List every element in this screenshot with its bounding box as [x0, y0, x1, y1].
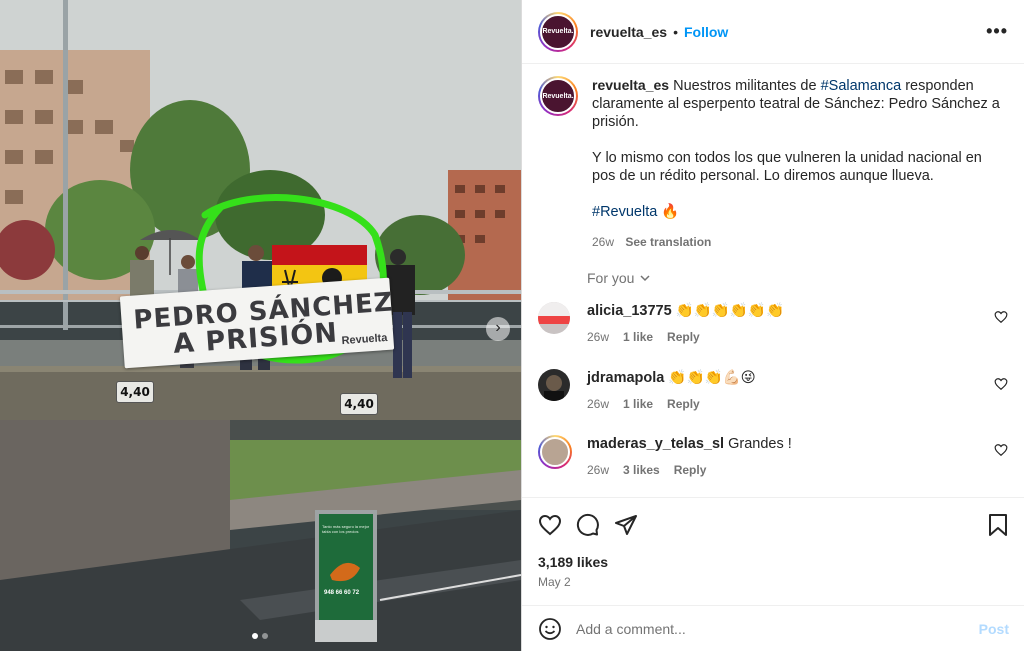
ad-text: Tanto más seguro la mejor tabla con los … [322, 524, 370, 534]
share-paper-plane-icon[interactable] [614, 513, 638, 537]
comment-text: 👏👏👏👏👏👏 [675, 303, 785, 319]
caption-paragraph-3: #Revuelta 🔥 [592, 203, 1006, 221]
comment-likes[interactable]: 1 like [623, 330, 653, 344]
caption-username[interactable]: revuelta_es [592, 77, 669, 93]
carousel-dot [252, 633, 258, 639]
add-comment-input[interactable] [576, 620, 979, 637]
caption-meta: 26w See translation [592, 233, 1006, 251]
author-avatar[interactable]: Revuelta. [538, 11, 578, 52]
emoji-smiley-icon[interactable] [538, 617, 562, 641]
add-comment-bar: Post [522, 605, 1024, 651]
chevron-down-icon [640, 275, 650, 282]
post-caption: Revuelta. revuelta_es Nuestros militante… [538, 76, 1008, 251]
heart-icon[interactable] [994, 310, 1008, 324]
comment-body: jdramapola 👏👏👏💪🏻😜 26w 1 like Reply [587, 369, 1008, 411]
comment-line: alicia_13775 👏👏👏👏👏👏 [587, 302, 1008, 320]
comment-text: Grandes ! [724, 436, 792, 452]
heart-icon[interactable] [994, 443, 1008, 457]
comment-age: 26w [587, 397, 610, 411]
hashtag-link[interactable]: #Salamanca [821, 78, 902, 94]
caption-paragraph-2: Y lo mismo con todos los que vulneren la… [592, 150, 982, 184]
comment-meta: 26w 1 like Reply [587, 330, 1008, 344]
like-heart-icon[interactable] [538, 513, 562, 537]
post-date: May 2 [538, 575, 571, 589]
more-horizontal-icon[interactable]: ••• [986, 21, 1008, 42]
commenter-username[interactable]: alicia_13775 [587, 303, 672, 319]
author-username[interactable]: revuelta_es [590, 24, 667, 40]
hashtag-link[interactable]: #Revuelta [592, 204, 657, 220]
comment-likes[interactable]: 1 like [623, 397, 653, 411]
commenter-avatar[interactable] [538, 302, 570, 334]
caption-paragraph-1: revuelta_es Nuestros militantes de #Sala… [592, 76, 1006, 131]
post-header: Revuelta. revuelta_es • Follow ••• [522, 0, 1024, 64]
caption-body: revuelta_es Nuestros militantes de #Sala… [592, 76, 1006, 251]
carousel-dot [262, 633, 268, 639]
comment-age: 26w [587, 463, 610, 477]
avatar-text: Revuelta. [540, 78, 576, 114]
for-you-label: For you [587, 270, 635, 286]
comment-body: alicia_13775 👏👏👏👏👏👏 26w 1 like Reply [587, 302, 1008, 344]
fire-emoji: 🔥 [661, 204, 680, 220]
comment-meta: 26w 1 like Reply [587, 397, 1008, 411]
comment-meta: 26w 3 likes Reply [587, 463, 1008, 477]
height-sign-right: 4,40 [340, 393, 378, 415]
commenter-avatar[interactable] [538, 435, 572, 469]
comment-bubble-icon[interactable] [576, 513, 600, 537]
caption-text: Nuestros militantes de [669, 78, 821, 94]
dot-separator: • [673, 23, 678, 40]
heart-icon[interactable] [994, 377, 1008, 391]
caption-avatar[interactable]: Revuelta. [538, 76, 578, 116]
caption-age: 26w [592, 235, 615, 249]
comment-item: jdramapola 👏👏👏💪🏻😜 26w 1 like Reply [538, 369, 1008, 411]
for-you-filter[interactable]: For you [587, 270, 651, 286]
avatar-text: Revuelta. [540, 13, 576, 50]
post-side-panel: Revuelta. revuelta_es • Follow ••• Revue… [521, 0, 1024, 651]
comment-item: maderas_y_telas_sl Grandes ! 26w 3 likes R… [538, 435, 1008, 477]
commenter-avatar[interactable] [538, 369, 570, 401]
reply-button[interactable]: Reply [667, 330, 700, 344]
action-row [538, 512, 1009, 538]
comment-age: 26w [587, 330, 610, 344]
comment-line: jdramapola 👏👏👏💪🏻😜 [587, 369, 1008, 387]
chevron-right-icon: › [495, 319, 501, 336]
post-actions: 3,189 likes May 2 [522, 497, 1024, 589]
commenter-username[interactable]: maderas_y_telas_sl [587, 436, 724, 452]
comment-likes[interactable]: 3 likes [623, 463, 660, 477]
likes-count[interactable]: 3,189 likes [538, 554, 1009, 570]
carousel-next-button[interactable]: › [486, 317, 510, 341]
comment-text: 👏👏👏💪🏻😜 [668, 370, 756, 386]
post-comment-button[interactable]: Post [979, 621, 1009, 637]
comment-body: maderas_y_telas_sl Grandes ! 26w 3 likes R… [587, 435, 1008, 477]
follow-button[interactable]: Follow [684, 24, 728, 40]
see-translation-button[interactable]: See translation [625, 235, 711, 249]
commenter-username[interactable]: jdramapola [587, 370, 664, 386]
banner-brand: Revuelta [341, 331, 388, 348]
reply-button[interactable]: Reply [667, 397, 700, 411]
reply-button[interactable]: Reply [674, 463, 707, 477]
comment-line: maderas_y_telas_sl Grandes ! [587, 435, 1008, 453]
height-sign-left: 4,40 [116, 381, 154, 403]
comment-item: alicia_13775 👏👏👏👏👏👏 26w 1 like Reply [538, 302, 1008, 344]
bookmark-icon[interactable] [987, 513, 1009, 537]
carousel-dots [252, 633, 268, 639]
post-photo[interactable]: PEDRO SÁNCHEZ A PRISIÓN Revuelta 4,40 4,… [0, 0, 521, 651]
instagram-post-view: PEDRO SÁNCHEZ A PRISIÓN Revuelta 4,40 4,… [0, 0, 1024, 651]
ad-phone: 948 66 60 72 [324, 590, 360, 596]
